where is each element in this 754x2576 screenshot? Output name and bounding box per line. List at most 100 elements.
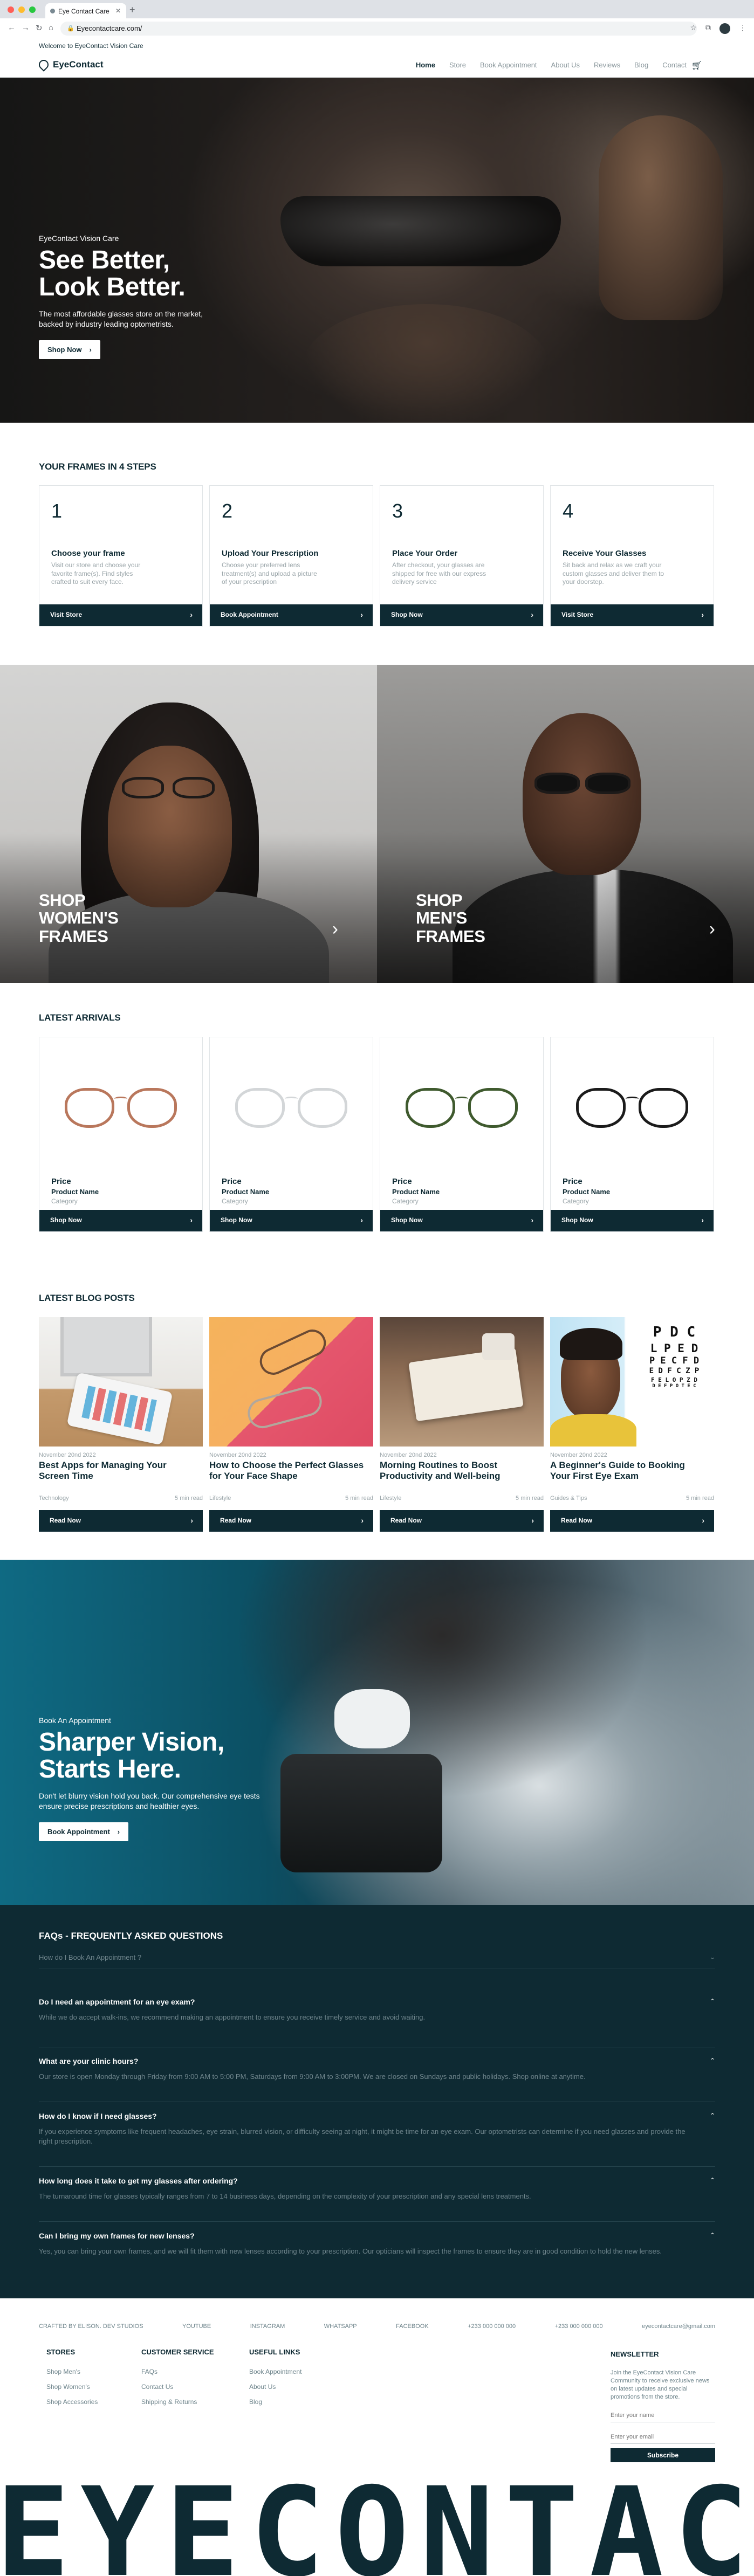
product-card[interactable]: Price Product Name Category Shop Now › [380, 1037, 544, 1232]
product-info: Price Product Name Category [222, 1176, 269, 1206]
footer-link[interactable]: Blog [249, 2398, 301, 2406]
shop-womens-label: SHOP WOMEN'S FRAMES [39, 891, 119, 945]
glasses-shape [244, 1383, 325, 1432]
cart-icon[interactable]: 🛒︎ [691, 60, 702, 71]
steps-row: 1 Choose your frame Visit our store and … [39, 485, 715, 626]
shop-now-button[interactable]: Shop Now › [551, 1210, 714, 1231]
footer-link[interactable]: Shop Men's [46, 2368, 98, 2375]
footer-link[interactable]: FAQs [141, 2368, 214, 2375]
footer-instagram-link[interactable]: INSTAGRAM [250, 2323, 285, 2330]
nav-about-us[interactable]: About Us [551, 61, 580, 69]
faq-question: Can I bring my own frames for new lenses… [39, 2231, 195, 2240]
step-title: Place Your Order [392, 549, 458, 558]
newsletter-name-input[interactable] [611, 2408, 715, 2423]
product-card[interactable]: Price Product Name Category Shop Now › [550, 1037, 714, 1232]
nav-blog[interactable]: Blog [634, 61, 648, 69]
read-now-button[interactable]: Read Now › [209, 1510, 373, 1532]
back-icon[interactable]: ← [8, 23, 16, 32]
chevron-right-icon[interactable]: › [709, 919, 715, 940]
faq-question: How do I Book An Appointment ? [39, 1953, 142, 1961]
faq-item[interactable]: Do I need an appointment for an eye exam… [39, 1998, 715, 2048]
subscribe-button[interactable]: Subscribe [611, 2448, 715, 2463]
read-now-button[interactable]: Read Now › [39, 1510, 203, 1532]
step-visit-store-button[interactable]: Visit Store › [551, 604, 714, 626]
footer-youtube-link[interactable]: YOUTUBE [182, 2323, 211, 2330]
footer-credit[interactable]: CRAFTED BY ELISON. DEV STUDIOS [39, 2323, 143, 2330]
new-tab-icon[interactable]: + [129, 4, 135, 16]
home-icon[interactable]: ⌂ [49, 23, 53, 32]
chevron-right-icon[interactable]: › [332, 919, 338, 940]
blog-card[interactable]: November 20nd 2022 Morning Routines to B… [380, 1317, 544, 1532]
nav-store[interactable]: Store [449, 61, 466, 69]
read-now-button[interactable]: Read Now › [380, 1510, 544, 1532]
faq-collapsed-item[interactable]: How do I Book An Appointment ? ⌄ [39, 1953, 715, 1968]
blog-card[interactable]: November 20nd 2022 How to Choose the Per… [209, 1317, 373, 1532]
footer-link[interactable]: About Us [249, 2383, 301, 2391]
faq-item[interactable]: How long does it take to get my glasses … [39, 2176, 715, 2222]
shop-now-button[interactable]: Shop Now › [380, 1210, 543, 1231]
profile-avatar[interactable] [719, 23, 730, 34]
step-shop-now-button[interactable]: Shop Now › [380, 604, 543, 626]
hero-shop-now-button[interactable]: Shop Now › [39, 340, 100, 359]
blog-card[interactable]: P D C L P E D P E C F D E D F C Z P F E … [550, 1317, 714, 1532]
nav-reviews[interactable]: Reviews [594, 61, 620, 69]
shop-mens-label: SHOP MEN'S FRAMES [416, 891, 485, 945]
footer-link[interactable]: Shop Accessories [46, 2398, 98, 2406]
read-time: 5 min read [345, 1495, 373, 1501]
shop-now-button[interactable]: Shop Now › [39, 1210, 202, 1231]
address-bar[interactable]: 🔒 Eyecontactcare.com/ [60, 22, 697, 36]
reload-icon[interactable]: ↻ [36, 23, 43, 33]
browser-menu-icon[interactable]: ⋮ [739, 23, 746, 34]
blog-card[interactable]: November 20nd 2022 Best Apps for Managin… [39, 1317, 203, 1532]
shop-now-button[interactable]: Shop Now › [210, 1210, 373, 1231]
faq-item[interactable]: How do I know if I need glasses? If you … [39, 2112, 715, 2167]
shop-womens-panel[interactable]: SHOP WOMEN'S FRAMES › [0, 665, 377, 983]
step-card: 1 Choose your frame Visit our store and … [39, 485, 203, 626]
product-card[interactable]: Price Product Name Category Shop Now › [39, 1037, 203, 1232]
footer-stores-column: STORES Shop Men's Shop Women's Shop Acce… [46, 2348, 98, 2413]
step-card: 2 Upload Your Prescription Choose your p… [209, 485, 373, 626]
faq-item[interactable]: Can I bring my own frames for new lenses… [39, 2231, 715, 2281]
footer-facebook-link[interactable]: FACEBOOK [396, 2323, 429, 2330]
eye-chart-row: P D C [653, 1324, 696, 1340]
favicon-icon [50, 9, 55, 13]
forward-icon[interactable]: → [22, 23, 30, 32]
maximize-window-button[interactable] [29, 6, 36, 13]
step-visit-store-button[interactable]: Visit Store › [39, 604, 202, 626]
panel-label-line: FRAMES [39, 926, 108, 946]
browser-tab[interactable]: Eye Contact Care ✕ [45, 3, 126, 18]
newsletter-email-input[interactable] [611, 2430, 715, 2444]
footer-phone-2[interactable]: +233 000 000 000 [555, 2323, 603, 2330]
bookmark-star-icon[interactable]: ☆ [690, 23, 697, 34]
product-card[interactable]: Price Product Name Category Shop Now › [209, 1037, 373, 1232]
footer-phone-1[interactable]: +233 000 000 000 [468, 2323, 516, 2330]
read-now-button[interactable]: Read Now › [550, 1510, 714, 1532]
footer-email[interactable]: eyecontactcare@gmail.com [642, 2323, 715, 2330]
button-label: Shop Now [221, 1216, 252, 1224]
step-book-appointment-button[interactable]: Book Appointment › [210, 604, 373, 626]
footer-link[interactable]: Shop Women's [46, 2383, 98, 2391]
nav-home[interactable]: Home [416, 61, 435, 69]
footer-link[interactable]: Shipping & Returns [141, 2398, 214, 2406]
product-price: Price [51, 1177, 71, 1186]
chevron-right-icon: › [190, 1516, 193, 1525]
faq-answer: If you experience symptoms like frequent… [39, 2127, 686, 2146]
step-button-label: Visit Store [561, 611, 594, 618]
footer-link[interactable]: Book Appointment [249, 2368, 301, 2375]
footer-link[interactable]: Contact Us [141, 2383, 214, 2391]
footer-whatsapp-link[interactable]: WHATSAPP [324, 2323, 357, 2330]
nav-book-appointment[interactable]: Book Appointment [480, 61, 537, 69]
faq-item[interactable]: What are your clinic hours? Our store is… [39, 2057, 715, 2102]
close-window-button[interactable] [8, 6, 14, 13]
book-appointment-button[interactable]: Book Appointment › [39, 1822, 129, 1841]
footer-top-links: CRAFTED BY ELISON. DEV STUDIOS YOUTUBE I… [39, 2323, 715, 2330]
chevron-down-icon: ⌄ [709, 1953, 715, 1961]
site-logo[interactable]: EyeContact [37, 58, 104, 72]
shop-mens-panel[interactable]: SHOP MEN'S FRAMES › [377, 665, 754, 983]
extensions-icon[interactable]: ⧉ [705, 23, 711, 34]
minimize-window-button[interactable] [18, 6, 25, 13]
nav-contact[interactable]: Contact [662, 61, 687, 69]
eye-chart-row: F E L O P Z D [650, 1376, 698, 1383]
close-tab-icon[interactable]: ✕ [115, 7, 121, 15]
chevron-up-icon: ⌃ [709, 2176, 715, 2184]
